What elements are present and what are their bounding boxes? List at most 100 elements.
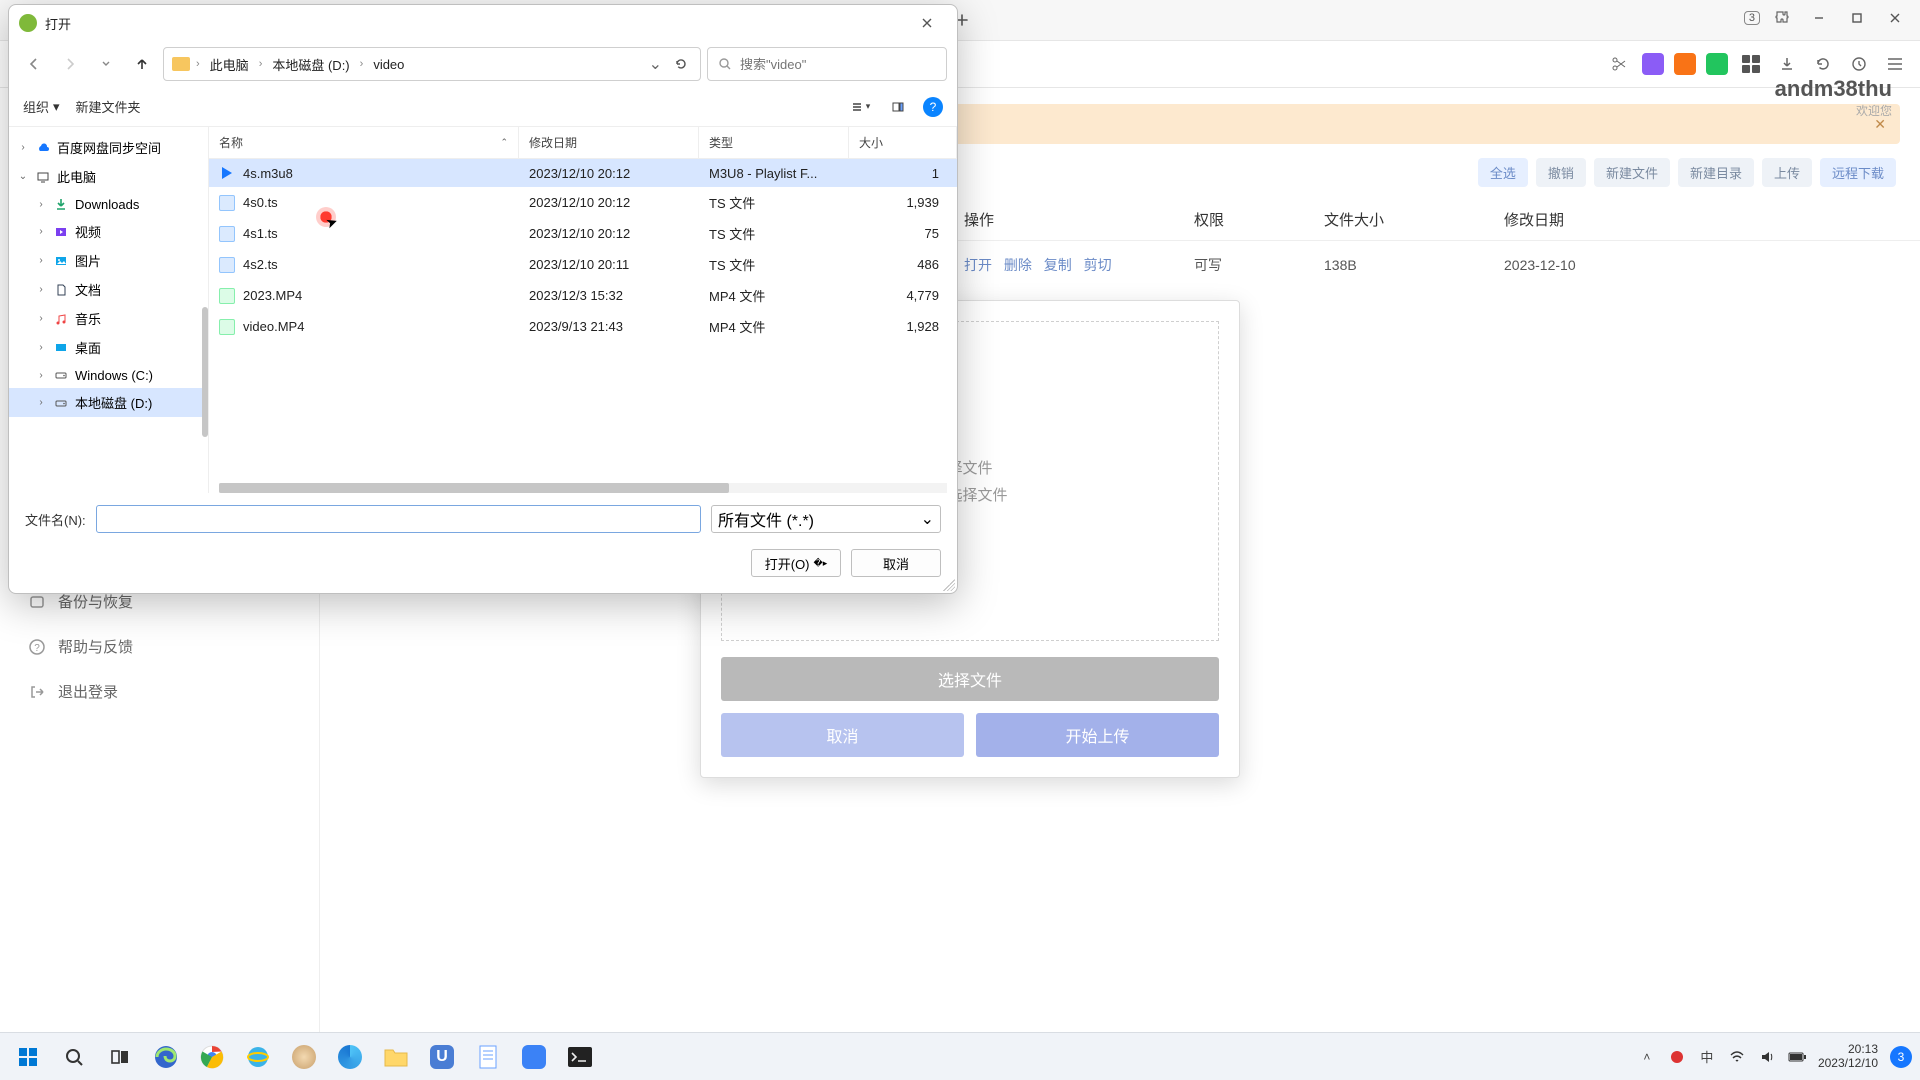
dialog-search[interactable]	[707, 47, 947, 81]
tree-item[interactable]: › 百度网盘同步空间	[9, 133, 208, 162]
breadcrumb-seg[interactable]: video	[369, 55, 408, 74]
file-row[interactable]: 4s.m3u8 2023/12/10 20:12 M3U8 - Playlist…	[209, 159, 957, 187]
taskbar-app-explorer[interactable]	[376, 1037, 416, 1077]
col-date[interactable]: 修改日期	[519, 127, 699, 158]
nav-up[interactable]	[127, 49, 157, 79]
file-row[interactable]: 4s1.ts 2023/12/10 20:12 TS 文件 75	[209, 218, 957, 249]
taskbar-app-chrome[interactable]	[192, 1037, 232, 1077]
organize-menu[interactable]: 组织 ▾	[23, 97, 60, 116]
expand-icon[interactable]: ›	[17, 142, 29, 153]
expand-icon[interactable]: ›	[35, 313, 47, 324]
filename-input[interactable]	[96, 505, 701, 533]
tab-count-badge[interactable]: 3	[1744, 11, 1760, 25]
expand-icon[interactable]: ›	[35, 284, 47, 295]
btn-remote-dl[interactable]: 远程下载	[1820, 158, 1896, 187]
window-minimize[interactable]	[1802, 4, 1836, 32]
nav-recent[interactable]	[91, 49, 121, 79]
file-type-filter[interactable]: 所有文件 (*.*) ⌄	[711, 505, 941, 533]
help-button[interactable]: ?	[923, 97, 943, 117]
tree-item[interactable]: › 图片	[9, 246, 208, 275]
preview-pane-button[interactable]	[885, 94, 911, 120]
btn-revoke[interactable]: 撤销	[1536, 158, 1586, 187]
tree-item[interactable]: › 桌面	[9, 333, 208, 362]
app-shortcut-3[interactable]	[1706, 53, 1728, 75]
breadcrumb-refresh[interactable]	[670, 53, 692, 75]
choose-file-button[interactable]: 选择文件	[721, 657, 1219, 701]
op-copy[interactable]: 复制	[1044, 257, 1072, 273]
scissors-icon[interactable]	[1606, 51, 1632, 77]
col-type[interactable]: 类型	[699, 127, 849, 158]
folder-tree[interactable]: › 百度网盘同步空间⌄ 此电脑› Downloads› 视频› 图片› 文档› …	[9, 127, 209, 493]
btn-upload[interactable]: 上传	[1762, 158, 1812, 187]
apps-grid-icon[interactable]	[1738, 51, 1764, 77]
breadcrumb-seg[interactable]: 本地磁盘 (D:)	[268, 53, 353, 76]
taskbar-app-generic-4[interactable]	[514, 1037, 554, 1077]
nav-help[interactable]: ? 帮助与反馈	[0, 624, 319, 669]
taskbar-clock[interactable]: 20:13 2023/12/10	[1818, 1043, 1878, 1071]
app-shortcut-1[interactable]	[1642, 53, 1664, 75]
breadcrumb-seg[interactable]: 此电脑	[206, 53, 253, 76]
battery-icon[interactable]	[1788, 1048, 1806, 1066]
expand-icon[interactable]: ›	[35, 226, 47, 237]
expand-icon[interactable]: ›	[35, 397, 47, 408]
resize-grip[interactable]	[943, 579, 955, 591]
expand-icon[interactable]: ›	[35, 199, 47, 210]
scrollbar-thumb[interactable]	[219, 483, 729, 493]
tree-item[interactable]: › 文档	[9, 275, 208, 304]
tray-app-icon[interactable]	[1668, 1048, 1686, 1066]
app-shortcut-2[interactable]	[1674, 53, 1696, 75]
horizontal-scrollbar[interactable]	[219, 483, 947, 493]
breadcrumb-bar[interactable]: › 此电脑 › 本地磁盘 (D:) › video ⌄	[163, 47, 701, 81]
expand-icon[interactable]: ›	[35, 370, 47, 381]
taskbar-app-notepad[interactable]	[468, 1037, 508, 1077]
file-row[interactable]: 4s0.ts 2023/12/10 20:12 TS 文件 1,939	[209, 187, 957, 218]
taskbar-app-ie[interactable]	[238, 1037, 278, 1077]
tree-item[interactable]: › Windows (C:)	[9, 362, 208, 388]
op-open[interactable]: 打开	[964, 257, 992, 273]
task-view-button[interactable]	[100, 1037, 140, 1077]
refresh-icon[interactable]	[1810, 51, 1836, 77]
upload-start-button[interactable]: 开始上传	[976, 713, 1219, 757]
upload-cancel-button[interactable]: 取消	[721, 713, 964, 757]
cancel-button[interactable]: 取消	[851, 549, 941, 577]
tray-chevron-up-icon[interactable]: ˄	[1638, 1048, 1656, 1066]
new-folder-button[interactable]: 新建文件夹	[76, 97, 141, 116]
notification-badge[interactable]: 3	[1890, 1046, 1912, 1068]
taskbar-app-edge[interactable]	[146, 1037, 186, 1077]
menu-icon[interactable]	[1882, 51, 1908, 77]
dialog-close-button[interactable]	[907, 9, 947, 37]
window-maximize[interactable]	[1840, 4, 1874, 32]
taskbar-app-generic-3[interactable]: U	[422, 1037, 462, 1077]
dialog-search-input[interactable]	[740, 57, 936, 72]
ime-indicator[interactable]: 中	[1698, 1048, 1716, 1066]
file-row[interactable]: 4s2.ts 2023/12/10 20:11 TS 文件 486	[209, 249, 957, 280]
view-list-button[interactable]: ▾	[847, 94, 873, 120]
tree-item[interactable]: › 音乐	[9, 304, 208, 333]
expand-icon[interactable]: ⌄	[17, 171, 29, 182]
volume-icon[interactable]	[1758, 1048, 1776, 1066]
download-icon[interactable]	[1774, 51, 1800, 77]
file-row[interactable]: 2023.MP4 2023/12/3 15:32 MP4 文件 4,779	[209, 280, 957, 311]
dialog-titlebar[interactable]: 打开	[9, 5, 957, 41]
open-button[interactable]: 打开(O) �▸	[751, 549, 841, 577]
op-del[interactable]: 删除	[1004, 257, 1032, 273]
tree-item[interactable]: › 本地磁盘 (D:)	[9, 388, 208, 417]
btn-select-all[interactable]: 全选	[1478, 158, 1528, 187]
taskbar-app-terminal[interactable]	[560, 1037, 600, 1077]
tree-item[interactable]: › Downloads	[9, 191, 208, 217]
taskbar-app-generic-1[interactable]	[284, 1037, 324, 1077]
search-button[interactable]	[54, 1037, 94, 1077]
taskbar-app-generic-2[interactable]	[330, 1037, 370, 1077]
tree-item[interactable]: ⌄ 此电脑	[9, 162, 208, 191]
history-icon[interactable]	[1846, 51, 1872, 77]
tree-scrollbar-thumb[interactable]	[202, 307, 208, 437]
file-row[interactable]: video.MP4 2023/9/13 21:43 MP4 文件 1,928	[209, 311, 957, 342]
nav-forward[interactable]	[55, 49, 85, 79]
window-close[interactable]	[1878, 4, 1912, 32]
expand-icon[interactable]: ›	[35, 342, 47, 353]
tree-item[interactable]: › 视频	[9, 217, 208, 246]
extensions-button[interactable]	[1764, 4, 1798, 32]
col-size[interactable]: 大小	[849, 127, 957, 158]
nav-logout[interactable]: 退出登录	[0, 669, 319, 714]
breadcrumb-dropdown[interactable]: ⌄	[645, 50, 666, 78]
